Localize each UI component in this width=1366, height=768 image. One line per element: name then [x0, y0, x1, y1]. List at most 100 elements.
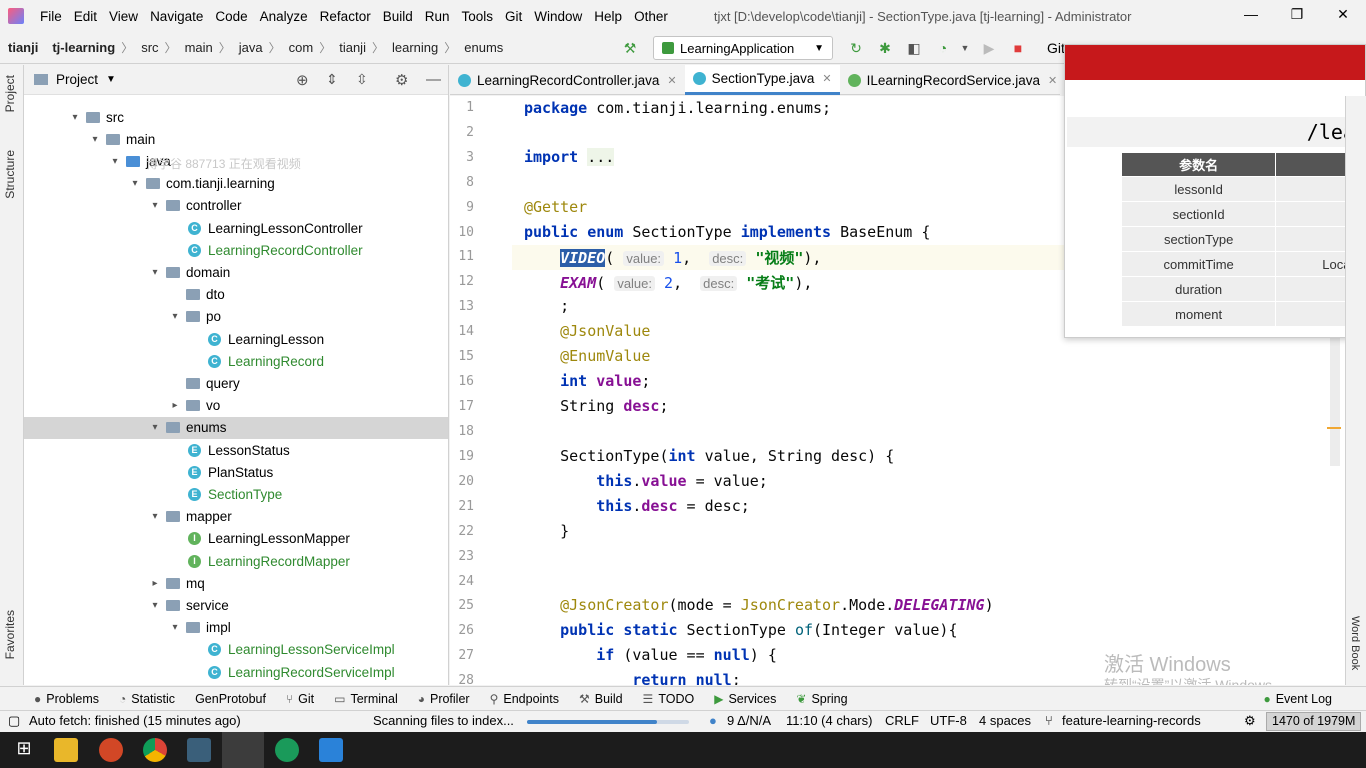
breadcrumb-item[interactable]: tianji	[0, 40, 44, 55]
tool-services[interactable]: ▶ Services	[704, 692, 786, 706]
tree-item[interactable]: E LessonStatus	[168, 439, 290, 461]
menu-view[interactable]: View	[103, 9, 144, 24]
tree-item[interactable]: E PlanStatus	[168, 461, 273, 483]
chevron-down-icon[interactable]: ▼	[106, 74, 116, 85]
expand-arrow-icon[interactable]: ▸	[148, 578, 162, 589]
menu-refactor[interactable]: Refactor	[314, 9, 377, 24]
hide-icon[interactable]: —	[426, 71, 441, 88]
restore-icon[interactable]: ❐	[1274, 0, 1320, 30]
menu-code[interactable]: Code	[209, 9, 253, 24]
tree-item[interactable]: ▾ com.tianji.learning	[128, 173, 274, 195]
menu-help[interactable]: Help	[588, 9, 628, 24]
tab-section-type[interactable]: SectionType.java ✕	[684, 65, 840, 95]
memory-indicator[interactable]: 1470 of 1979M	[1266, 712, 1361, 731]
tree-item[interactable]: ▾ main	[88, 128, 155, 150]
word-book-tool-tab[interactable]: Word Book	[1349, 616, 1361, 670]
breadcrumb-item[interactable]: tianji	[331, 40, 372, 55]
tree-item[interactable]: C LearningLessonController	[168, 217, 363, 239]
tree-item[interactable]: C LearningRecord	[188, 350, 324, 372]
tool-genprotobuf[interactable]: GenProtobuf	[185, 692, 276, 706]
status-warnings[interactable]: 9 Δ/N/A	[727, 713, 771, 728]
tree-item[interactable]: ▾ domain	[148, 261, 230, 283]
tree-item[interactable]: IILearningLessonService	[168, 683, 353, 685]
tool-todo[interactable]: ☰ TODO	[633, 692, 705, 706]
status-encoding[interactable]: UTF-8	[930, 713, 967, 728]
windows-start-icon[interactable]: ⊞	[12, 738, 36, 762]
tool-event-log[interactable]: ● Event Log	[1253, 692, 1342, 706]
favorites-tool-tab[interactable]: Favorites	[3, 610, 17, 659]
run-config-select[interactable]: LearningApplication ▼	[653, 36, 833, 60]
status-git-branch[interactable]: feature-learning-records	[1062, 713, 1201, 728]
menu-other[interactable]: Other	[628, 9, 674, 24]
expand-arrow-icon[interactable]: ▾	[148, 422, 162, 433]
tree-item[interactable]: dto	[168, 284, 225, 306]
tree-item[interactable]: C LearningLessonServiceImpl	[188, 639, 395, 661]
gear-icon[interactable]: ⚙	[395, 71, 408, 89]
expand-arrow-icon[interactable]: ▸	[168, 400, 182, 411]
expand-arrow-icon[interactable]: ▾	[148, 200, 162, 211]
tree-item[interactable]: ▸ mq	[148, 572, 204, 594]
run-icon[interactable]: ▶	[981, 40, 997, 56]
menu-tools[interactable]: Tools	[456, 9, 500, 24]
menu-window[interactable]: Window	[528, 9, 588, 24]
status-line-separator[interactable]: CRLF	[885, 713, 919, 728]
tool-problems[interactable]: ● Problems	[24, 692, 109, 706]
coverage-icon[interactable]: ◧	[906, 40, 922, 56]
chevron-down-icon[interactable]: ▼	[957, 40, 973, 56]
vscode-icon[interactable]	[319, 738, 343, 762]
breadcrumb-item[interactable]: java	[231, 40, 269, 55]
menu-navigate[interactable]: Navigate	[144, 9, 209, 24]
tree-item[interactable]: ▸ vo	[168, 395, 220, 417]
expand-arrow-icon[interactable]: ▾	[128, 178, 142, 189]
tool-git[interactable]: ⑂ Git	[276, 692, 324, 706]
tree-item[interactable]: E SectionType	[168, 483, 282, 505]
expand-arrow-icon[interactable]: ▾	[148, 511, 162, 522]
tree-item[interactable]: C LearningRecordServiceImpl	[188, 661, 395, 683]
powerpoint-icon[interactable]	[99, 738, 123, 762]
expand-arrow-icon[interactable]: ▾	[88, 134, 102, 145]
close-icon[interactable]: ✕	[1320, 0, 1366, 30]
breadcrumb-item[interactable]: com	[281, 40, 320, 55]
chrome-icon[interactable]	[143, 738, 167, 762]
profile-icon[interactable]: ◔	[935, 40, 951, 56]
tool-terminal[interactable]: ▭ Terminal	[324, 692, 408, 706]
tree-item[interactable]: ▾ controller	[148, 195, 241, 217]
tree-item[interactable]: ▾ service	[148, 594, 228, 616]
debug-icon[interactable]: ✱	[877, 40, 893, 56]
tree-item[interactable]: ▾ enums	[24, 416, 448, 439]
minimize-icon[interactable]: —	[1228, 0, 1274, 30]
expand-arrow-icon[interactable]: ▾	[168, 622, 182, 633]
menu-run[interactable]: Run	[419, 9, 456, 24]
tab-learning-record-controller[interactable]: LearningRecordController.java ✕	[450, 65, 685, 95]
menu-build[interactable]: Build	[377, 9, 419, 24]
breadcrumb-item[interactable]: enums	[456, 40, 509, 55]
tool-endpoints[interactable]: ⚲ Endpoints	[480, 692, 569, 706]
tree-item[interactable]: ▾ src	[68, 106, 124, 128]
rerun-icon[interactable]: ↻	[848, 40, 864, 56]
status-caret-position[interactable]: 11:10 (4 chars)	[786, 713, 872, 728]
file-explorer-icon[interactable]	[54, 738, 78, 762]
build-hammer-icon[interactable]: ⚒	[622, 40, 638, 56]
tree-item[interactable]: query	[168, 372, 240, 394]
close-icon[interactable]: ✕	[1048, 74, 1057, 87]
close-icon[interactable]: ✕	[667, 74, 676, 87]
expand-arrow-icon[interactable]: ▾	[108, 156, 122, 167]
tool-spring[interactable]: ❦ Spring	[786, 692, 857, 706]
breadcrumb-item[interactable]: tj-learning	[44, 40, 121, 55]
breadcrumb-item[interactable]: main	[177, 40, 219, 55]
collapse-all-icon[interactable]: ⇳	[356, 71, 368, 88]
menu-file[interactable]: File	[34, 9, 68, 24]
breadcrumb-item[interactable]: learning	[384, 40, 444, 55]
tree-item[interactable]: C LearningRecordController	[168, 239, 363, 261]
intellij-taskbar-icon[interactable]	[222, 732, 264, 768]
expand-arrow-icon[interactable]: ▾	[68, 112, 82, 123]
stop-icon[interactable]: ■	[1010, 40, 1026, 56]
tree-item[interactable]: ▾ po	[168, 306, 221, 328]
app-icon[interactable]	[187, 738, 211, 762]
tree-item[interactable]: C LearningLesson	[188, 328, 324, 350]
structure-tool-tab[interactable]: Structure	[3, 150, 17, 199]
project-panel-title[interactable]: Project	[56, 72, 98, 87]
menu-git[interactable]: Git	[499, 9, 528, 24]
hs-icon[interactable]	[275, 738, 299, 762]
status-indent[interactable]: 4 spaces	[979, 713, 1031, 728]
